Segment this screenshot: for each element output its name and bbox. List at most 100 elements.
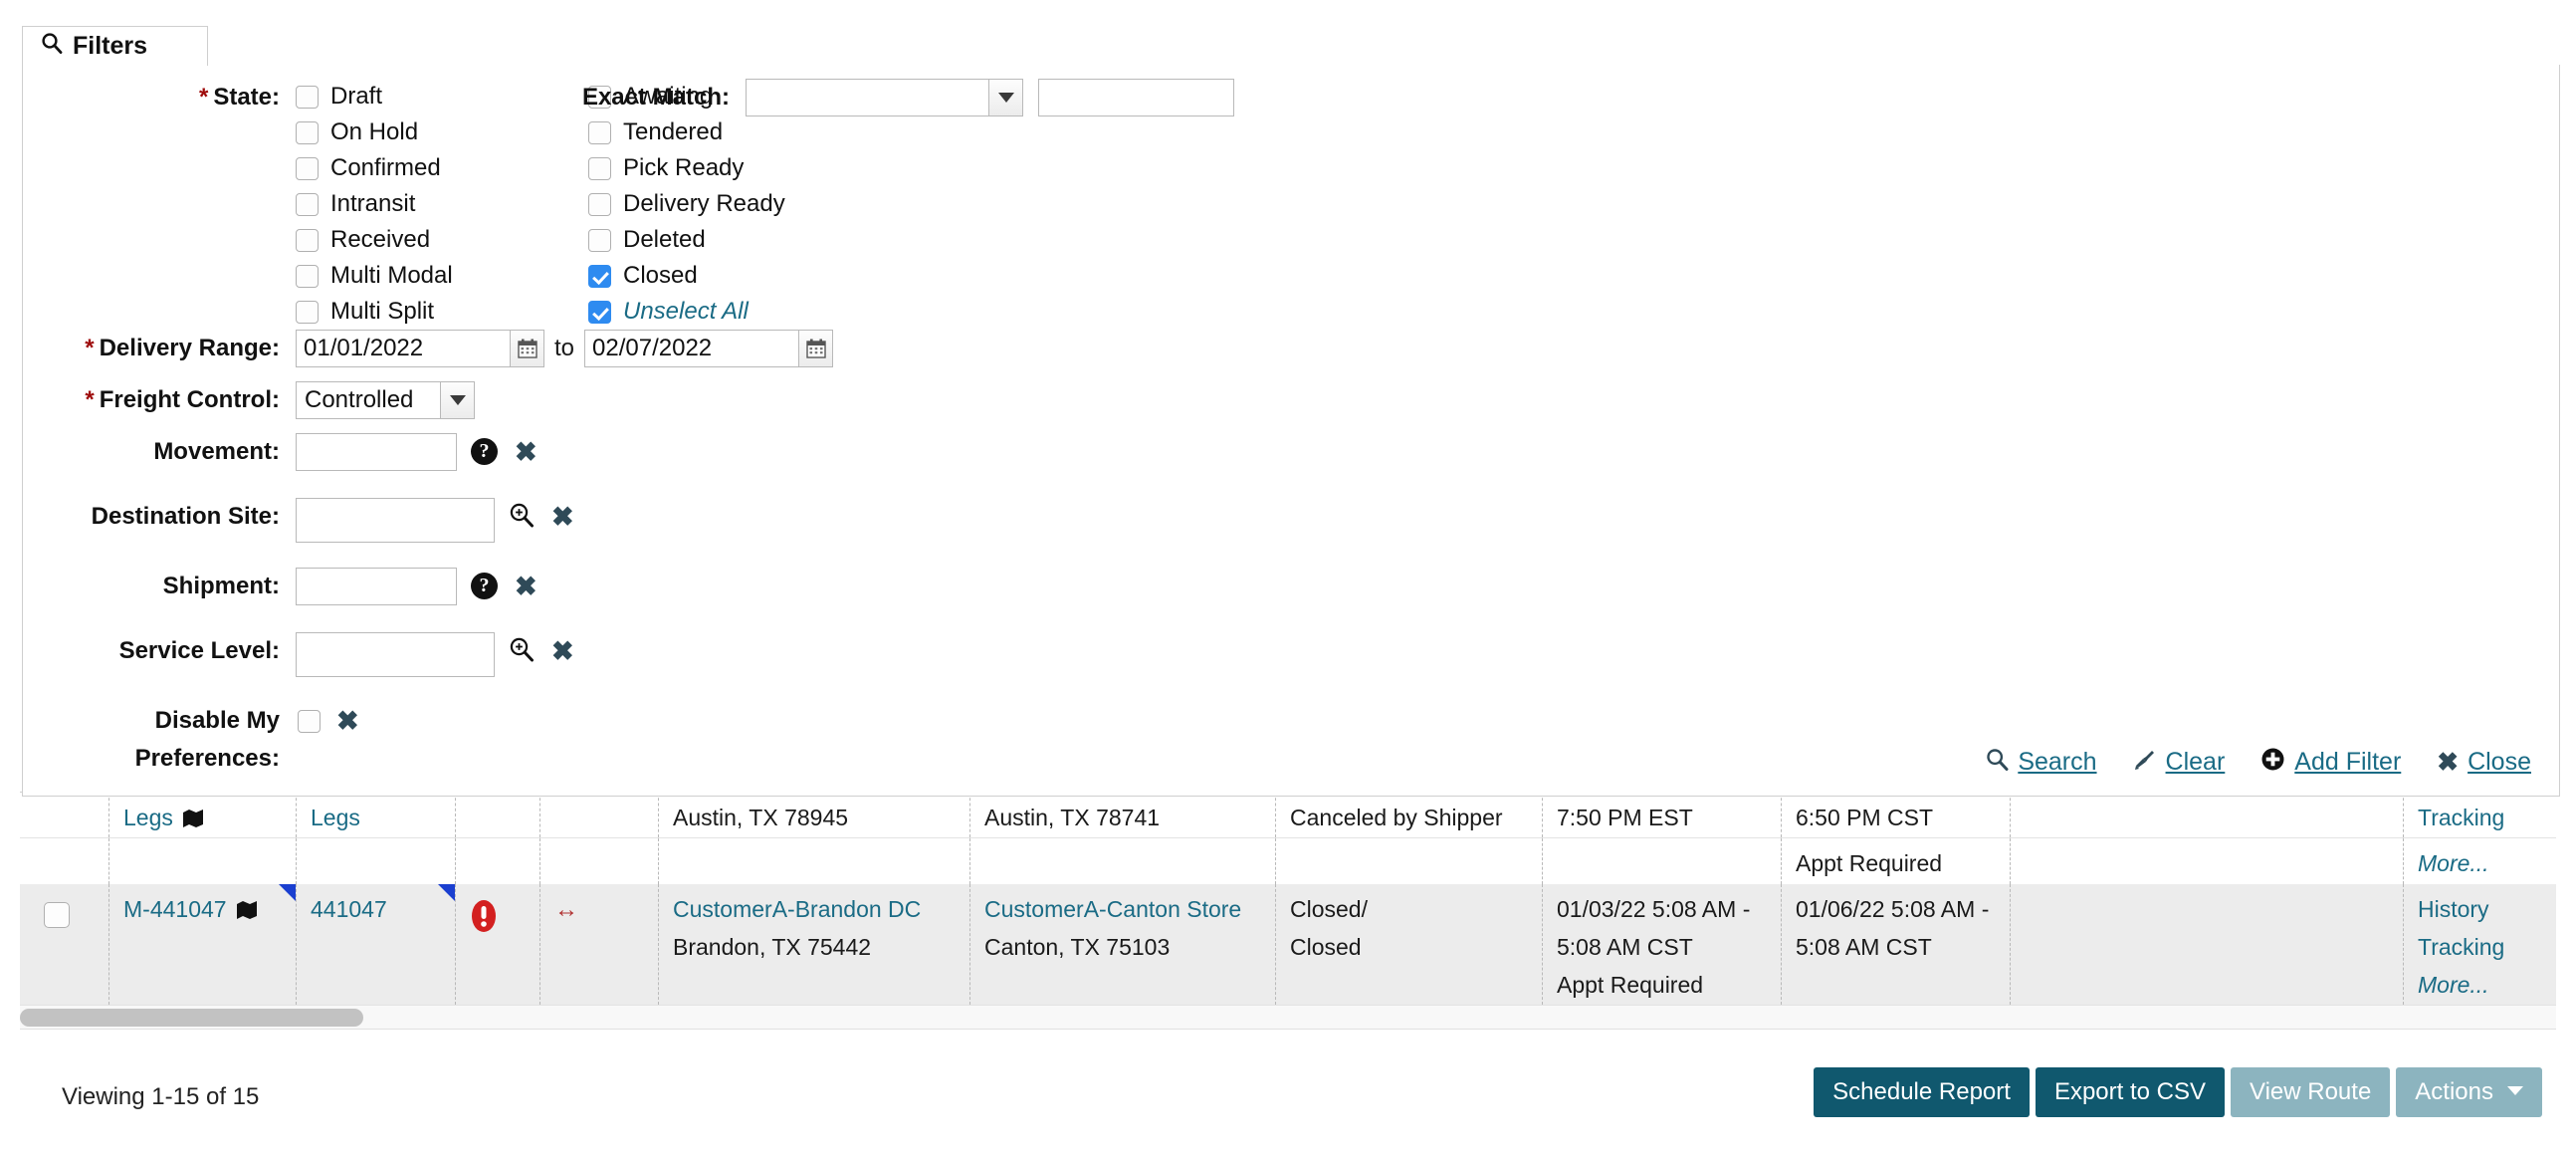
checkbox-multi-split-box[interactable] [296, 301, 319, 324]
close-action[interactable]: ✖ Close [2437, 747, 2531, 778]
schedule-report-button[interactable]: Schedule Report [1814, 1067, 2030, 1117]
horizontal-scrollbar[interactable] [20, 1006, 2556, 1030]
checkbox-received-box[interactable] [296, 229, 319, 252]
pickup-text: 7:50 PM EST [1557, 805, 1693, 830]
checkbox-draft[interactable]: Draft [296, 79, 475, 115]
checkbox-deleted[interactable]: Deleted [588, 222, 827, 258]
checkbox-deleted-label: Deleted [623, 223, 706, 257]
clear-x-icon[interactable]: ✖ [551, 634, 574, 668]
checkbox-on-hold-box[interactable] [296, 121, 319, 144]
checkbox-intransit-box[interactable] [296, 193, 319, 216]
delivery-range-controls: to [296, 330, 833, 367]
search-icon [1986, 748, 2009, 777]
row-checkbox[interactable] [44, 902, 70, 928]
state-text: Canceled by Shipper [1290, 805, 1503, 830]
more-link[interactable]: More... [2418, 850, 2489, 876]
shipment-link[interactable]: Legs [311, 805, 360, 830]
checkbox-tendered[interactable]: Tendered [588, 115, 827, 150]
checkbox-tendered-box[interactable] [588, 121, 611, 144]
checkbox-pick-ready[interactable]: Pick Ready [588, 150, 827, 186]
scrollbar-thumb[interactable] [20, 1009, 363, 1027]
checkbox-confirmed-box[interactable] [296, 157, 319, 180]
delivery-range-from-input[interactable] [296, 330, 511, 367]
disable-my-preferences-checkbox[interactable] [298, 710, 321, 733]
checkbox-multi-split[interactable]: Multi Split [296, 294, 475, 330]
calendar-icon[interactable] [799, 330, 833, 367]
tracking-link[interactable]: Tracking [2418, 805, 2504, 830]
checkbox-draft-box[interactable] [296, 86, 319, 109]
map-icon[interactable] [237, 892, 257, 930]
movement-label: Movement: [23, 433, 280, 471]
more-link[interactable]: More... [2418, 966, 2544, 1004]
clear-action-label: Clear [2166, 748, 2226, 777]
service-level-label: Service Level: [23, 632, 280, 670]
checkbox-multi-modal-label: Multi Modal [330, 259, 453, 293]
checkbox-deleted-box[interactable] [588, 229, 611, 252]
row-select-cell[interactable] [20, 793, 109, 837]
spacer-cell-5 [540, 838, 659, 884]
tab-filters[interactable]: Filters [22, 26, 208, 66]
freight-control-select[interactable]: Controlled [296, 381, 475, 419]
destination-site-input[interactable] [296, 498, 495, 543]
origin-link[interactable]: CustomerA-Brandon DC [673, 890, 958, 928]
magnifier-plus-icon[interactable] [509, 636, 535, 668]
checkbox-confirmed[interactable]: Confirmed [296, 150, 475, 186]
checkbox-on-hold[interactable]: On Hold [296, 115, 475, 150]
clear-x-icon[interactable]: ✖ [515, 570, 537, 603]
checkbox-pick-ready-box[interactable] [588, 157, 611, 180]
delivery-line-1: 01/06/22 5:08 AM - [1796, 890, 1998, 928]
alert-exclamation-icon[interactable] [470, 899, 498, 944]
row-more-cell: More... [2404, 838, 2556, 884]
question-icon[interactable]: ? [471, 438, 498, 465]
checkbox-intransit[interactable]: Intransit [296, 186, 475, 222]
checkbox-unselect-all-box[interactable] [588, 301, 611, 324]
direction-cell: ↔ [540, 884, 659, 1005]
map-icon[interactable] [183, 801, 203, 837]
alert-cell [456, 884, 540, 1005]
view-route-button[interactable]: View Route [2231, 1067, 2390, 1117]
corner-flag-icon[interactable] [438, 884, 455, 901]
search-action[interactable]: Search [1986, 748, 2096, 777]
unselect-all-link[interactable]: Unselect All [623, 295, 749, 329]
question-icon[interactable]: ? [471, 573, 498, 599]
tracking-link[interactable]: Tracking [2418, 928, 2544, 966]
row-select-cell[interactable] [20, 884, 109, 1005]
checkbox-closed[interactable]: Closed [588, 258, 827, 294]
movement-input[interactable] [296, 433, 457, 471]
checkbox-unselect-all[interactable]: Unselect All [588, 294, 827, 330]
shipment-input[interactable] [296, 568, 457, 605]
movement-link[interactable]: M-441047 [123, 896, 227, 922]
table-row[interactable]: Legs Legs Austin, TX 78945 Austin, TX 78… [20, 793, 2556, 838]
checkbox-delivery-ready[interactable]: Delivery Ready [588, 186, 827, 222]
state-cell: Canceled by Shipper [1276, 793, 1543, 837]
checkbox-delivery-ready-box[interactable] [588, 193, 611, 216]
exact-match-select[interactable] [746, 79, 1023, 116]
export-to-csv-button[interactable]: Export to CSV [2036, 1067, 2225, 1117]
magnifier-plus-icon[interactable] [509, 502, 535, 534]
chevron-down-icon[interactable] [989, 79, 1023, 116]
chevron-down-icon[interactable] [441, 381, 475, 419]
corner-flag-icon[interactable] [279, 884, 296, 901]
service-level-input[interactable] [296, 632, 495, 677]
results-grid: Legs Legs Austin, TX 78945 Austin, TX 78… [20, 792, 2556, 1006]
actions-button[interactable]: Actions [2396, 1067, 2542, 1117]
clear-x-icon[interactable]: ✖ [515, 435, 537, 469]
search-icon [41, 32, 63, 61]
exact-match-input[interactable] [1038, 79, 1234, 116]
checkbox-received[interactable]: Received [296, 222, 475, 258]
checkbox-multi-modal-box[interactable] [296, 265, 319, 288]
origin-cell: Austin, TX 78945 [659, 793, 970, 837]
delivery-range-to-input[interactable] [584, 330, 799, 367]
calendar-icon[interactable] [511, 330, 544, 367]
clear-x-icon[interactable]: ✖ [336, 704, 359, 738]
checkbox-multi-modal[interactable]: Multi Modal [296, 258, 475, 294]
history-link[interactable]: History [2418, 890, 2544, 928]
shipment-link[interactable]: 441047 [311, 896, 387, 922]
destination-link[interactable]: CustomerA-Canton Store [984, 890, 1263, 928]
movement-link[interactable]: Legs [123, 805, 173, 830]
checkbox-closed-box[interactable] [588, 265, 611, 288]
table-row[interactable]: M-441047 441047 [20, 884, 2556, 1006]
add-filter-action[interactable]: Add Filter [2260, 747, 2401, 778]
clear-action[interactable]: Clear [2133, 748, 2226, 778]
clear-x-icon[interactable]: ✖ [551, 500, 574, 534]
